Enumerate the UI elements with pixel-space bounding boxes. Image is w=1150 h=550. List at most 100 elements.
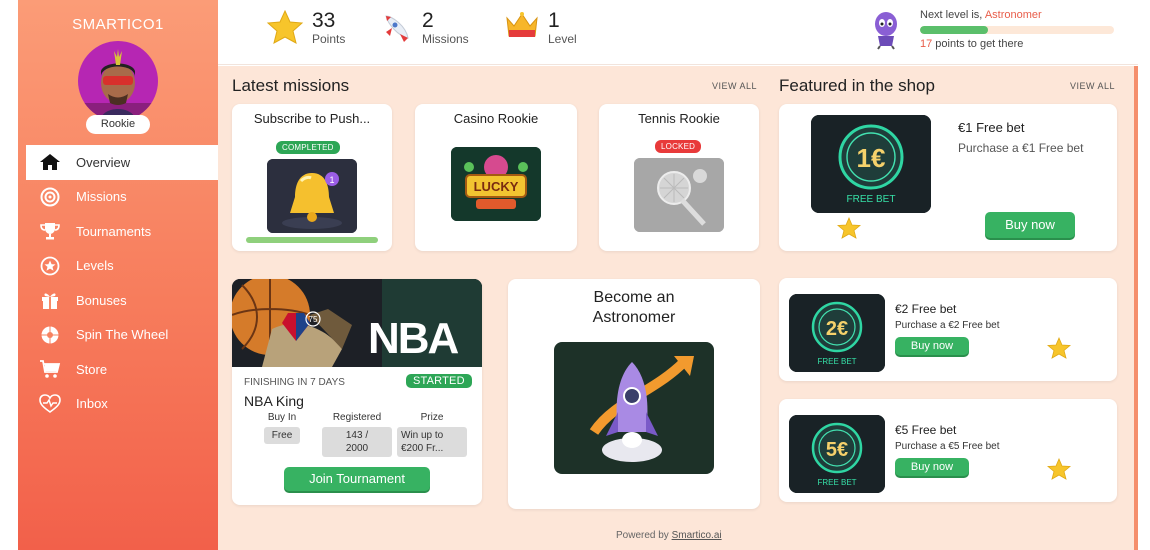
- shop-card-2-euro[interactable]: 2€ FREE BET €2 Free bet Purchase a €2 Fr…: [779, 278, 1117, 381]
- powered-by-footer: Powered by Smartico.ai: [616, 530, 722, 541]
- shop-item-name: €2 Free bet: [895, 302, 957, 316]
- sidebar-item-store[interactable]: Store: [26, 352, 218, 387]
- star-icon: [1046, 457, 1072, 485]
- registered-column: Registered 143 / 2000: [322, 412, 392, 457]
- cart-icon: [38, 359, 62, 379]
- sidebar-item-label: Inbox: [76, 396, 108, 412]
- sidebar-item-levels[interactable]: Levels: [26, 249, 218, 284]
- bell-image: 1: [267, 159, 357, 233]
- buy-now-button[interactable]: Buy now: [895, 337, 969, 355]
- shop-item-desc: Purchase a €1 Free bet: [958, 141, 1084, 155]
- missions-value: 2: [422, 9, 434, 32]
- points-needed-value: 17: [920, 38, 933, 50]
- sidebar-item-label: Tournaments: [76, 223, 152, 239]
- level-progress-fill: [920, 26, 988, 34]
- shop-card-1-euro[interactable]: 1€ FREE BET €1 Free bet Purchase a €1 Fr…: [779, 104, 1117, 251]
- free-bet-5-image: 5€ FREE BET: [789, 415, 885, 493]
- powered-by-prefix: Powered by: [616, 530, 672, 541]
- badge-icon: [38, 256, 62, 276]
- nba-banner-text: NBA: [368, 314, 459, 363]
- registered-label: Registered: [332, 412, 382, 423]
- right-scroll-edge: [1134, 66, 1138, 550]
- crown-icon: [504, 10, 540, 47]
- nba-75-badge: 75: [309, 315, 318, 324]
- sidebar: SMARTICO1 Rookie Overview Missions Tourn…: [18, 0, 218, 550]
- next-level-name: Astronomer: [984, 9, 1042, 21]
- level-card-title: Become an Astronomer: [592, 289, 676, 326]
- sidebar-item-label: Spin The Wheel: [76, 327, 169, 343]
- sidebar-item-label: Levels: [76, 258, 114, 274]
- level-value: 1: [548, 9, 560, 32]
- inbox-icon: [38, 393, 62, 414]
- level-stat[interactable]: 1 Level: [504, 10, 577, 47]
- buy-now-button[interactable]: Buy now: [985, 212, 1075, 238]
- shop-item-name: €1 Free bet: [958, 120, 1025, 135]
- prize-value: Win up to €200 Fr...: [397, 427, 467, 457]
- missions-view-all-link[interactable]: VIEW ALL: [712, 81, 757, 91]
- sidebar-item-inbox[interactable]: Inbox: [26, 387, 218, 422]
- buy-in-label: Buy In: [267, 412, 297, 423]
- prize-label: Prize: [420, 412, 444, 423]
- sidebar-item-overview[interactable]: Overview: [26, 145, 218, 180]
- sidebar-item-label: Missions: [76, 189, 127, 205]
- next-level-prefix: Next level is,: [920, 9, 985, 21]
- sidebar-item-spin-the-wheel[interactable]: Spin The Wheel: [26, 318, 218, 353]
- next-level-box[interactable]: Next level is, Astronomer 17 points to g…: [866, 8, 1114, 55]
- free-bet-amount-text: 5€: [826, 439, 848, 461]
- join-tournament-button[interactable]: Join Tournament: [284, 467, 430, 491]
- status-badge-completed: COMPLETED: [276, 141, 340, 154]
- sidebar-item-tournaments[interactable]: Tournaments: [26, 214, 218, 249]
- free-bet-caption: FREE BET: [817, 357, 856, 366]
- sidebar-item-label: Overview: [76, 154, 131, 170]
- shop-item-name: €5 Free bet: [895, 423, 957, 437]
- mission-card-casino-rookie[interactable]: Casino Rookie LUCKY: [415, 104, 577, 251]
- svg-text:1: 1: [329, 175, 334, 185]
- target-icon: [38, 187, 62, 207]
- mission-title: Tennis Rookie: [638, 111, 720, 126]
- sidebar-item-missions[interactable]: Missions: [26, 180, 218, 215]
- points-value: 33: [312, 9, 336, 32]
- registered-value: 143 / 2000: [322, 427, 392, 457]
- free-bet-caption: FREE BET: [847, 194, 896, 205]
- smartico-link[interactable]: Smartico.ai: [672, 530, 722, 541]
- casino-lucky-image: LUCKY: [451, 147, 541, 221]
- sidebar-item-bonuses[interactable]: Bonuses: [26, 283, 218, 318]
- tournament-card[interactable]: 75 NBA FINISHING IN 7 DAYS STARTED NBA K…: [232, 279, 482, 505]
- sidebar-item-label: Bonuses: [76, 292, 127, 308]
- free-bet-amount-text: 1€: [857, 143, 886, 173]
- tennis-locked-image: [634, 158, 724, 232]
- shop-item-desc: Purchase a €5 Free bet: [895, 441, 1000, 452]
- level-label: Level: [548, 32, 577, 46]
- buy-now-button[interactable]: Buy now: [895, 458, 969, 476]
- mission-title: Subscribe to Push...: [253, 111, 371, 126]
- mission-card-tennis-rookie[interactable]: Tennis Rookie LOCKED: [599, 104, 759, 251]
- rank-badge: Rookie: [86, 115, 150, 134]
- shop-price: 250: [1046, 336, 1102, 364]
- home-icon: [38, 152, 62, 172]
- tournament-name: NBA King: [244, 393, 304, 409]
- avatar[interactable]: [78, 41, 158, 121]
- shop-view-all-link[interactable]: VIEW ALL: [1070, 81, 1115, 91]
- free-bet-caption: FREE BET: [817, 478, 856, 487]
- mission-progress-bar: [246, 237, 378, 243]
- shop-card-5-euro[interactable]: 5€ FREE BET €5 Free bet Purchase a €5 Fr…: [779, 399, 1117, 502]
- level-card[interactable]: Become an Astronomer: [508, 279, 760, 509]
- shop-price: 150: [836, 216, 894, 244]
- tournament-banner: 75 NBA: [232, 279, 482, 367]
- header-bar: 33 Points 2 Missions 1 Level Next level …: [218, 0, 1138, 65]
- star-icon: [1046, 336, 1072, 364]
- trophy-icon: [38, 221, 62, 241]
- prize-column: Prize Win up to €200 Fr...: [397, 412, 467, 457]
- points-needed-suffix: points to get there: [932, 38, 1024, 50]
- gift-icon: [38, 290, 62, 310]
- mission-card-subscribe[interactable]: Subscribe to Push... COMPLETED 1: [232, 104, 392, 251]
- free-bet-2-image: 2€ FREE BET: [789, 294, 885, 372]
- svg-text:LUCKY: LUCKY: [474, 179, 519, 194]
- points-needed-text: 17 points to get there: [920, 38, 1114, 50]
- missions-label: Missions: [422, 32, 469, 46]
- missions-stat[interactable]: 2 Missions: [378, 10, 469, 49]
- points-label: Points: [312, 32, 346, 46]
- points-stat[interactable]: 33 Points: [266, 10, 345, 49]
- missions-section-title: Latest missions: [232, 76, 350, 95]
- shop-price: 500: [1046, 457, 1102, 485]
